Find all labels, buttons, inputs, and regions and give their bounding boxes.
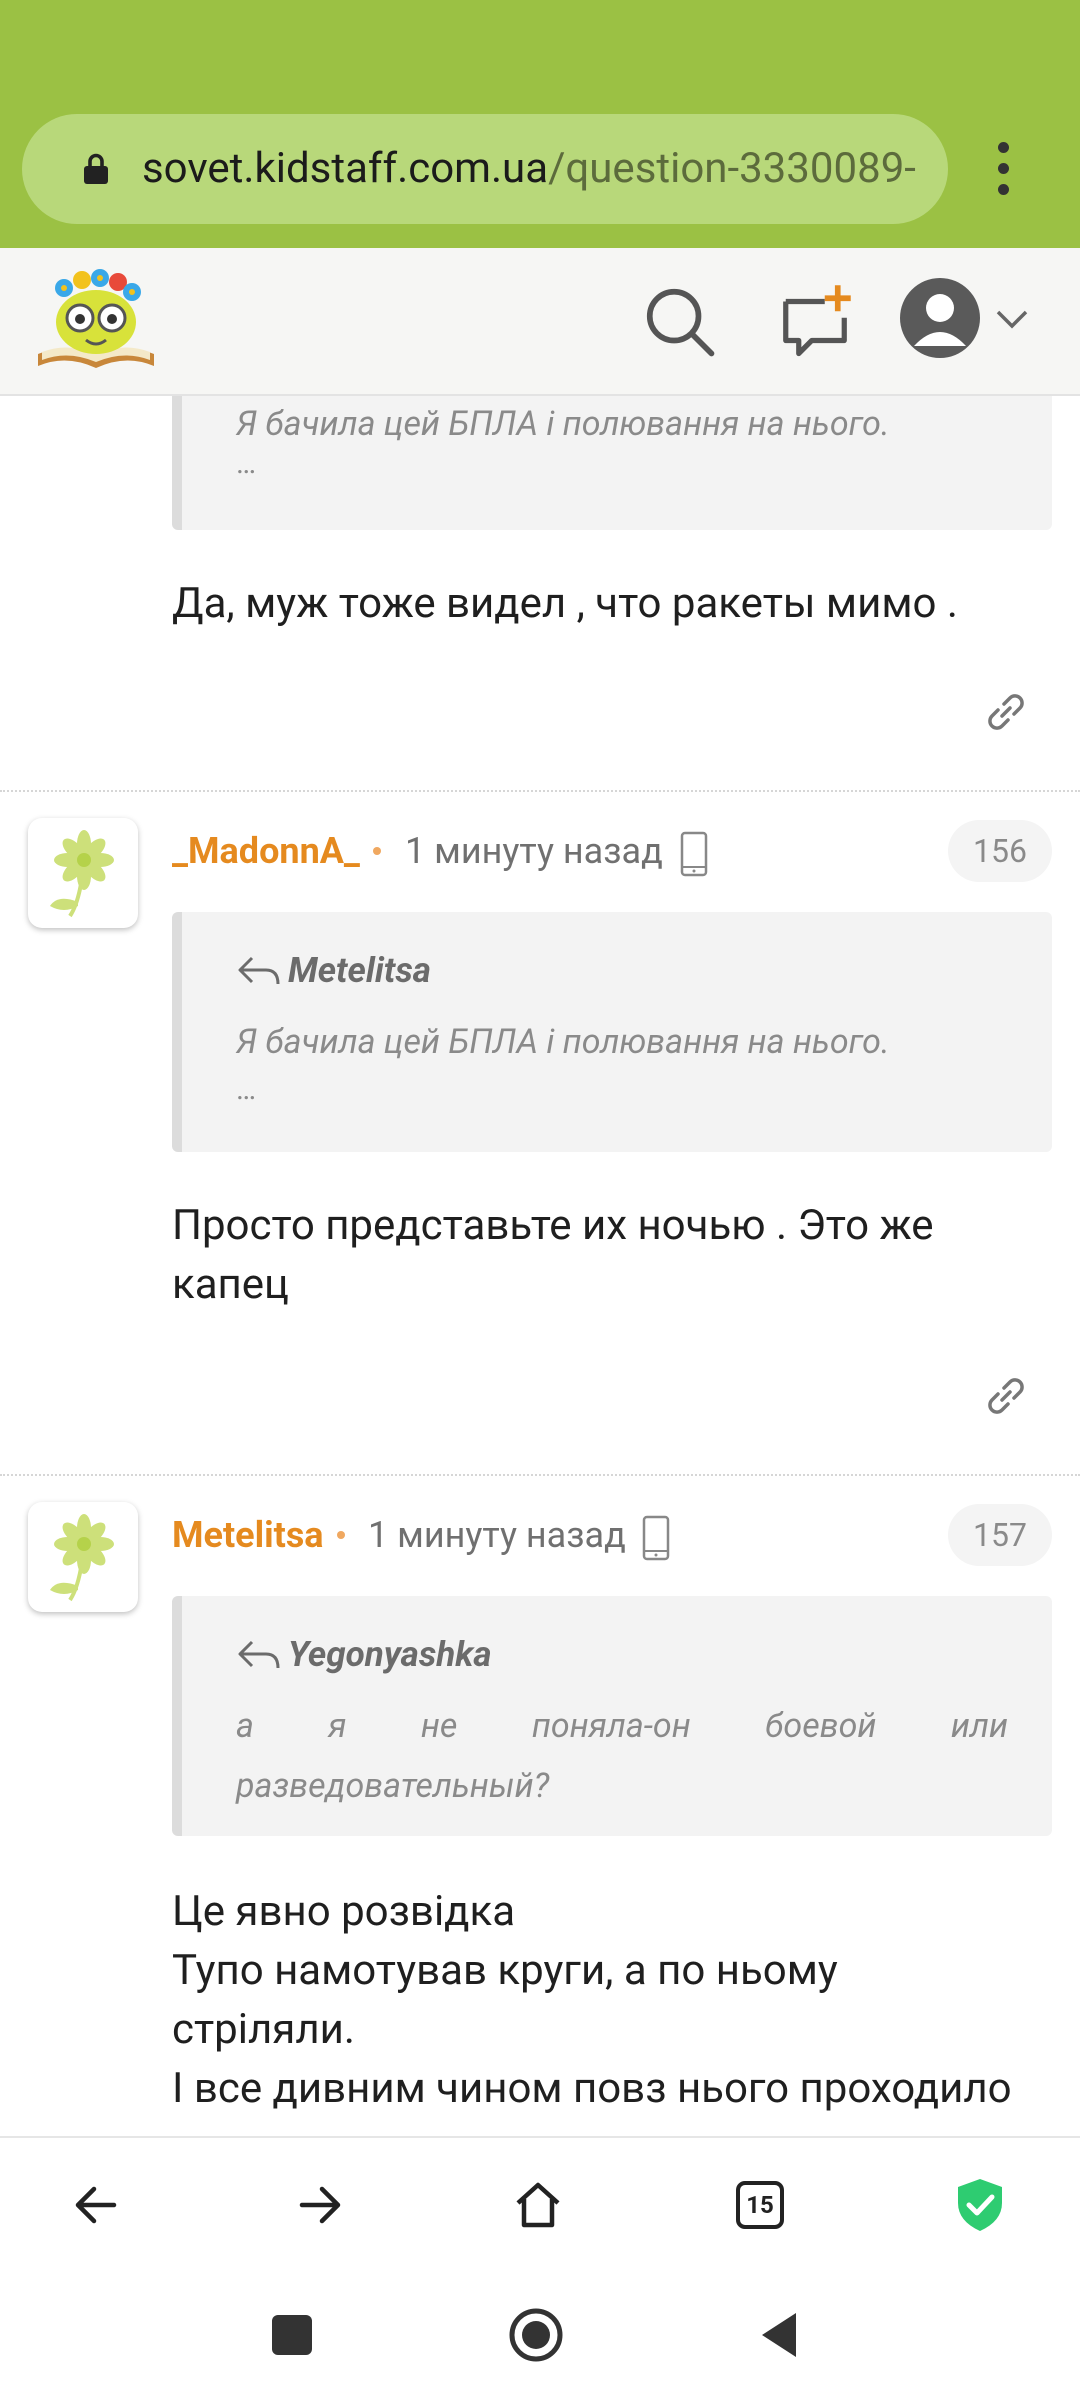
quote-author-name: Metelitsa [288,950,431,991]
quote-text: разведовательный? [236,1766,550,1806]
post-divider [0,790,1080,792]
post-body-line: Це явно розвідка [172,1887,516,1936]
quote-text: Я бачила цей БПЛА і полювання на нього. [236,1022,890,1062]
recents-icon[interactable] [264,2307,320,2363]
url-text: sovet.kidstaff.com.ua/question-3330089- [142,114,942,224]
post-body-line: капец [172,1260,289,1309]
quote-block: Yegonyashka а я не поняла-он боевой или … [172,1596,1052,1836]
back-triangle-icon[interactable] [752,2307,808,2363]
post-divider [0,1474,1080,1476]
system-navigation-bar [0,2270,1080,2400]
post-body: Да, муж тоже видел , что ракеты мимо . [172,579,958,628]
quote-text: а я не поняла-он боевой или [236,1706,1008,1746]
quote-ellipsis: … [236,446,257,481]
post-body: Це явно розвідка Тупо намотував круги, а… [172,1882,1052,2118]
lock-icon [84,153,108,184]
home-circle-icon[interactable] [508,2307,564,2363]
forward-arrow-icon[interactable] [286,2173,350,2237]
browser-toolbar: sovet.kidstaff.com.ua/question-3330089- [0,0,1080,248]
url-path: /question-3330089- [548,144,916,193]
link-icon[interactable] [980,1370,1032,1422]
post-body-line: І все дивним чином повз нього проходило [172,2064,1012,2113]
quote-author: Metelitsa [236,950,431,991]
phone-icon [680,831,708,877]
site-header [0,248,1080,396]
menu-icon[interactable] [988,142,1018,198]
post-number[interactable]: 157 [948,1504,1052,1566]
username[interactable]: Metelitsa [172,1514,324,1556]
separator-dot [373,847,381,855]
separator-dot [337,1531,345,1539]
post-body-line: Тупо намотував круги, а по ньому [172,1946,838,1995]
shield-icon[interactable] [948,2173,1012,2237]
avatar[interactable] [28,818,138,928]
browser-bottom-toolbar: 15 [0,2136,1080,2274]
comment-list: Я бачила цей БПЛА і полювання на нього. … [0,396,1080,2136]
timestamp: 1 минуту назад [405,830,663,872]
username[interactable]: _MadonnA_ [172,830,360,872]
search-icon[interactable] [640,282,718,360]
post-body-line: стріляли. [172,2005,355,2054]
post-body: Просто представьте их ночью . Это же кап… [172,1196,1052,1314]
phone-icon [642,1515,670,1561]
quote-text: Я бачила цей БПЛА і полювання на нього. [236,404,890,444]
chevron-down-icon[interactable] [992,298,1032,338]
reply-icon [238,956,280,984]
avatar[interactable] [28,1502,138,1612]
url-host: sovet.kidstaff.com.ua [142,144,549,193]
site-logo[interactable] [34,266,158,374]
timestamp: 1 минуту назад [368,1514,626,1556]
quote-ellipsis: … [236,1072,257,1107]
new-question-icon[interactable] [776,282,854,360]
quote-author: Yegonyashka [236,1634,492,1675]
tab-count: 15 [746,2191,774,2219]
tabs-icon[interactable]: 15 [728,2173,792,2237]
link-icon[interactable] [980,686,1032,738]
quote-block: Metelitsa Я бачила цей БПЛА і полювання … [172,912,1052,1152]
back-arrow-icon[interactable] [66,2173,130,2237]
home-icon[interactable] [506,2173,570,2237]
post-body-line: Просто представьте их ночью . Это же [172,1201,934,1250]
reply-icon [238,1640,280,1668]
quote-author-name: Yegonyashka [288,1634,492,1675]
post-number[interactable]: 156 [948,820,1052,882]
address-bar[interactable]: sovet.kidstaff.com.ua/question-3330089- [22,114,948,224]
user-icon[interactable] [898,276,982,360]
quote-block: Я бачила цей БПЛА і полювання на нього. … [172,396,1052,530]
